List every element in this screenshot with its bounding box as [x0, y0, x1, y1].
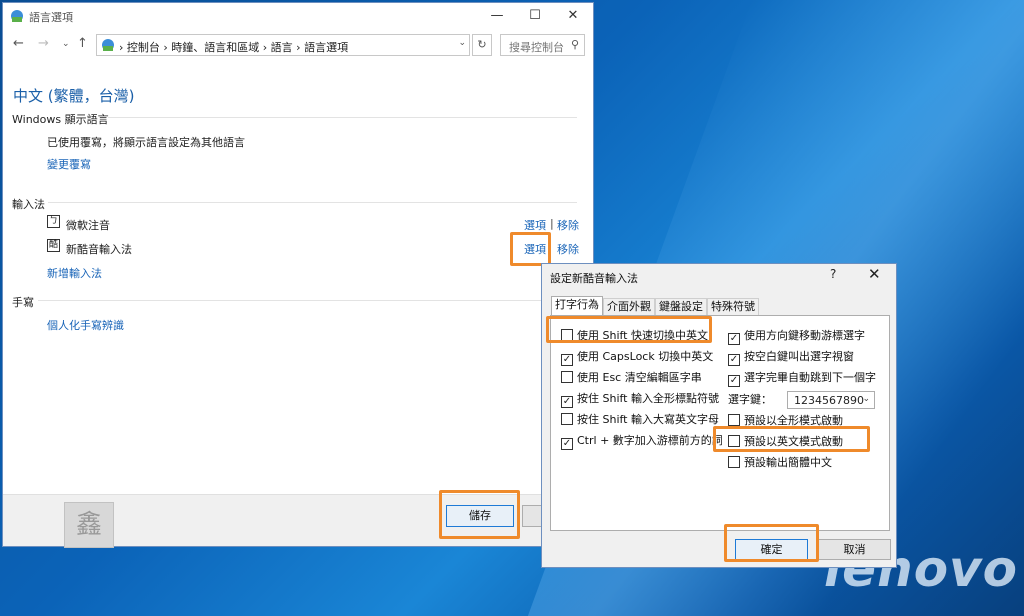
checkbox-label: 按住 Shift 輸入大寫英文字母: [577, 413, 719, 426]
checkbox-box[interactable]: ✓: [561, 354, 573, 366]
checkbox-space-candidates[interactable]: ✓ 按空白鍵叫出選字視窗: [728, 350, 854, 366]
checkbox-box[interactable]: [561, 371, 573, 383]
dialog-close-button[interactable]: ✕: [868, 265, 881, 283]
address-bar[interactable]: › 控制台 › 時鐘、語言和區域 › 語言 › 語言選項 ⌄: [96, 34, 470, 56]
checkbox-ctrl-number-phrase[interactable]: ✓ Ctrl + 數字加入游標前方的詞: [561, 434, 723, 450]
checkbox-label: 使用 Esc 清空編輯區字串: [577, 371, 702, 384]
checkbox-label: 使用方向鍵移動游標選字: [744, 329, 865, 342]
selection-keys-value: 1234567890: [794, 394, 864, 407]
breadcrumb[interactable]: › 控制台 › 時鐘、語言和區域 › 語言 › 語言選項: [119, 39, 348, 55]
checkbox-label: 按住 Shift 輸入全形標點符號: [577, 392, 719, 405]
watermark-stamp: 鑫: [64, 502, 114, 548]
highlight-english-default: [713, 426, 870, 452]
ime-options-link[interactable]: 選項: [524, 217, 546, 233]
ime-remove-link[interactable]: 移除: [557, 241, 579, 257]
tab-appearance[interactable]: 介面外觀: [603, 298, 655, 316]
cancel-button[interactable]: 取消: [818, 539, 891, 560]
search-icon: ⚲: [570, 38, 579, 51]
checkbox-arrow-select[interactable]: ✓ 使用方向鍵移動游標選字: [728, 329, 865, 345]
highlight-ok: [724, 524, 819, 562]
checkbox-simplified-output[interactable]: 預設輸出簡體中文: [728, 456, 832, 470]
ime-name: 微軟注音: [66, 219, 110, 232]
search-placeholder: 搜尋控制台: [509, 41, 564, 54]
selection-keys-select[interactable]: 1234567890 ⌄: [787, 391, 875, 409]
ime-name: 新酷音輸入法: [66, 243, 132, 256]
change-override-link[interactable]: 變更覆寫: [47, 156, 91, 172]
control-panel-icon: [102, 39, 114, 51]
chevron-down-icon[interactable]: ⌄: [458, 38, 466, 48]
checkbox-box[interactable]: ✓: [728, 333, 740, 345]
bopomofo-ime-icon: ㄅ: [47, 215, 60, 228]
display-language-desc: 已使用覆寫，將顯示語言設定為其他語言: [47, 136, 245, 149]
chewing-ime-icon: 酷: [47, 239, 60, 252]
checkbox-box[interactable]: ✓: [561, 396, 573, 408]
display-language-section: Windows 顯示語言: [12, 111, 577, 127]
checkbox-box[interactable]: ✓: [728, 354, 740, 366]
checkbox-box[interactable]: ✓: [728, 375, 740, 387]
checkbox-auto-advance[interactable]: ✓ 選字完畢自動跳到下一個字: [728, 371, 876, 387]
ime-remove-link[interactable]: 移除: [557, 217, 579, 233]
minimize-button[interactable]: —: [478, 3, 516, 29]
link-separator: |: [550, 217, 554, 230]
add-ime-link[interactable]: 新增輸入法: [47, 265, 102, 281]
tab-symbols[interactable]: 特殊符號: [707, 298, 759, 316]
selection-keys-label: 選字鍵：: [728, 393, 772, 406]
language-options-window: 語言選項 — ☐ ✕ ← → ⌄ ↑ › 控制台 › 時鐘、語言和區域 › 語言…: [2, 2, 594, 547]
page-title: 中文 (繁體，台灣): [13, 87, 135, 105]
section-title: 手寫: [12, 296, 34, 309]
checkbox-capslock-toggle[interactable]: ✓ 使用 CapsLock 切換中英文: [561, 350, 714, 366]
tab-typing-behavior[interactable]: 打字行為: [551, 296, 603, 317]
typing-behavior-panel: 使用 Shift 快速切換中英文 ✓ 使用 CapsLock 切換中英文 使用 E…: [550, 315, 890, 531]
checkbox-box[interactable]: [728, 414, 740, 426]
search-input[interactable]: 搜尋控制台 ⚲: [500, 34, 585, 56]
checkbox-label: 選字完畢自動跳到下一個字: [744, 371, 876, 384]
checkbox-label: Ctrl + 數字加入游標前方的詞: [577, 434, 723, 447]
checkbox-label: 使用 CapsLock 切換中英文: [577, 350, 714, 363]
forward-arrow-icon[interactable]: →: [38, 36, 49, 51]
checkbox-label: 預設輸出簡體中文: [744, 456, 832, 469]
chewing-settings-dialog: 設定新酷音輸入法 ? ✕ 打字行為 介面外觀 鍵盤設定 特殊符號 使用 Shif…: [541, 263, 897, 568]
section-title: 輸入法: [12, 198, 45, 211]
section-title: Windows 顯示語言: [12, 113, 109, 126]
help-button[interactable]: ?: [830, 267, 836, 281]
checkbox-esc-clear[interactable]: 使用 Esc 清空編輯區字串: [561, 371, 702, 385]
checkbox-box[interactable]: [728, 456, 740, 468]
navigation-bar: ← → ⌄ ↑ › 控制台 › 時鐘、語言和區域 › 語言 › 語言選項 ⌄ ↻…: [3, 29, 593, 59]
chevron-down-icon: ⌄: [862, 394, 870, 404]
checkbox-shift-fullwidth-punct[interactable]: ✓ 按住 Shift 輸入全形標點符號: [561, 392, 719, 408]
dialog-title: 設定新酷音輸入法: [550, 272, 638, 285]
maximize-button[interactable]: ☐: [516, 3, 554, 29]
checkbox-box[interactable]: ✓: [561, 438, 573, 450]
ime-section: 輸入法: [12, 196, 577, 212]
window-title: 語言選項: [29, 11, 73, 24]
checkbox-box[interactable]: [561, 413, 573, 425]
checkbox-label: 按空白鍵叫出選字視窗: [744, 350, 854, 363]
back-arrow-icon[interactable]: ←: [13, 36, 24, 51]
highlight-options: [510, 232, 551, 266]
highlight-save: [439, 490, 520, 539]
tab-keyboard[interactable]: 鍵盤設定: [655, 298, 707, 316]
checkbox-shift-uppercase[interactable]: 按住 Shift 輸入大寫英文字母: [561, 413, 719, 427]
control-panel-icon: [11, 10, 23, 22]
up-arrow-icon[interactable]: ↑: [77, 36, 88, 51]
recent-locations-icon[interactable]: ⌄: [62, 39, 70, 49]
highlight-shift-toggle: [546, 316, 712, 343]
refresh-button[interactable]: ↻: [472, 34, 492, 56]
close-button[interactable]: ✕: [554, 3, 592, 29]
title-bar[interactable]: 語言選項 — ☐ ✕: [3, 3, 593, 29]
personalize-handwriting-link[interactable]: 個人化手寫辨識: [47, 317, 124, 333]
handwriting-section: 手寫: [12, 294, 577, 310]
